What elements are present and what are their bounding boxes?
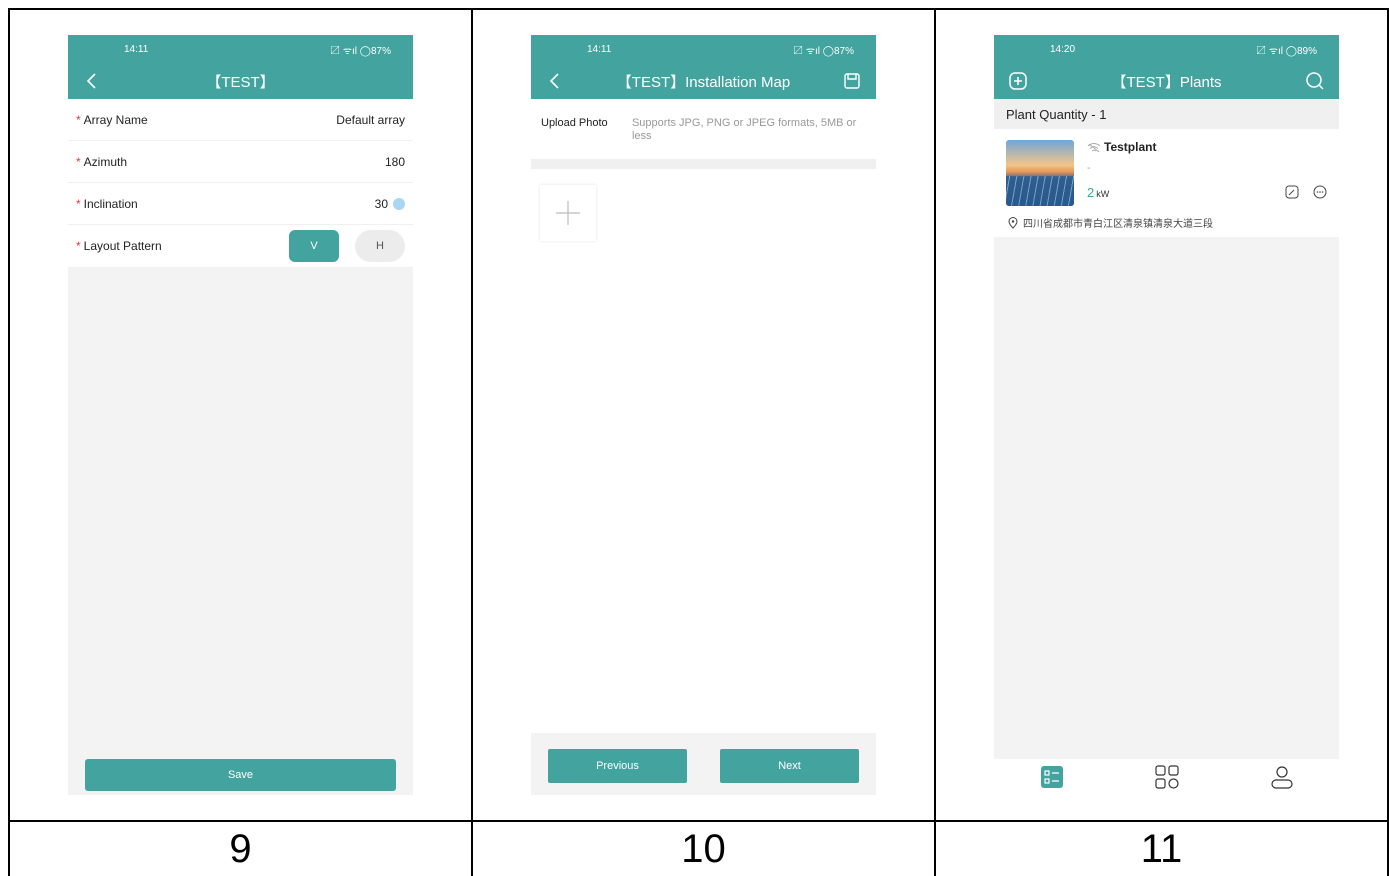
power-unit: kW	[1096, 189, 1110, 199]
list-tab-icon[interactable]	[1040, 765, 1064, 789]
grid-line	[8, 8, 1389, 10]
layout-toggle-group: V H	[289, 230, 405, 262]
status-indicators: 〼 ᯤıl ◯87%	[793, 45, 854, 57]
plus-icon	[556, 201, 580, 225]
save-map-button[interactable]	[840, 69, 864, 93]
layout-h-button[interactable]: H	[355, 230, 405, 262]
upload-photo-label: Upload Photo	[541, 117, 608, 129]
cell-label-11: 11	[1140, 826, 1183, 871]
grid-line	[8, 8, 10, 876]
plant-status-placeholder: -	[1087, 162, 1091, 174]
back-button[interactable]	[80, 69, 104, 93]
required-mark: *	[76, 112, 81, 127]
cell-label-10: 10	[681, 826, 726, 871]
form-row-azimuth[interactable]: * Azimuth 180	[68, 141, 413, 183]
location-pin-icon	[1008, 216, 1018, 229]
status-time: 14:20	[1050, 43, 1076, 55]
status-indicators: 〼 ᯤıl ◯87%	[330, 45, 391, 57]
photo-area	[531, 169, 876, 733]
plant-name: Testplant	[1104, 140, 1157, 154]
next-button[interactable]: Next	[720, 749, 859, 783]
address-text: 四川省成都市青白江区清泉镇清泉大道三段	[1023, 219, 1213, 230]
upload-photo-row: Upload Photo Supports JPG, PNG or JPEG f…	[531, 99, 876, 159]
form-row-inclination[interactable]: * Inclination 30	[68, 183, 413, 225]
array-form-screen: 14:11 〼 ᯤıl ◯87% 【TEST】 * Array Name Defa…	[68, 35, 413, 795]
inclination-value-wrap: 30	[375, 197, 405, 211]
save-button[interactable]: Save	[85, 759, 396, 791]
previous-button[interactable]: Previous	[548, 749, 687, 783]
status-indicators: 〼 ᯤıl ◯89%	[1256, 45, 1317, 57]
add-circle-icon	[1009, 72, 1027, 90]
power-value: 2	[1087, 185, 1095, 200]
add-photo-button[interactable]	[540, 185, 596, 241]
chevron-left-icon	[86, 73, 96, 89]
plant-thumbnail	[1006, 140, 1074, 206]
form-row-layout-pattern: * Layout Pattern V H	[68, 225, 413, 268]
status-bar: 14:20 〼 ᯤıl ◯89%	[994, 35, 1339, 63]
plant-name-row: Testplant	[1087, 140, 1156, 154]
cell-label-9: 9	[229, 826, 252, 871]
plant-power: 2 kW	[1087, 185, 1109, 200]
field-label: * Azimuth	[76, 154, 128, 169]
nav-bar: 【TEST】Installation Map	[531, 63, 876, 99]
card-actions	[1285, 185, 1327, 199]
field-label: * Inclination	[76, 196, 138, 211]
no-signal-icon	[1087, 142, 1101, 153]
layout-v-button[interactable]: V	[289, 230, 339, 262]
edit-icon[interactable]	[1285, 185, 1299, 199]
plants-screen: 14:20 〼 ᯤıl ◯89% 【TEST】Plants Plant Quan…	[994, 35, 1339, 795]
form-row-array-name[interactable]: * Array Name Default array	[68, 99, 413, 141]
field-label: * Layout Pattern	[76, 239, 162, 253]
required-mark: *	[76, 196, 81, 211]
page-title: 【TEST】	[206, 73, 275, 91]
more-icon[interactable]	[1313, 185, 1327, 199]
grid-line	[471, 8, 473, 876]
back-button[interactable]	[543, 69, 567, 93]
info-icon[interactable]	[393, 198, 405, 211]
nav-bar: 【TEST】Plants	[994, 63, 1339, 99]
bottom-tab-bar	[994, 759, 1339, 795]
grid-tab-icon[interactable]	[1154, 765, 1179, 789]
divider	[531, 159, 876, 169]
status-time: 14:11	[587, 43, 612, 55]
field-label: * Array Name	[76, 112, 148, 127]
upload-hint: Supports JPG, PNG or JPEG formats, 5MB o…	[631, 117, 857, 142]
wizard-buttons: Previous Next	[548, 749, 859, 783]
plant-quantity: Plant Quantity - 1	[994, 99, 1339, 129]
required-mark: *	[76, 239, 81, 253]
status-bar: 14:11 〼 ᯤıl ◯87%	[531, 35, 876, 63]
inclination-value[interactable]: 30	[375, 197, 388, 211]
array-name-value[interactable]: Default array	[336, 113, 405, 127]
chevron-left-icon	[549, 73, 559, 89]
plant-card[interactable]: Testplant - 2 kW 四川省成都市青白江区清泉镇清泉大道三段	[994, 129, 1339, 237]
search-button[interactable]	[1303, 69, 1327, 93]
azimuth-value[interactable]: 180	[385, 155, 405, 169]
installation-map-screen: 14:11 〼 ᯤıl ◯87% 【TEST】Installation Map …	[531, 35, 876, 795]
search-icon	[1306, 72, 1324, 90]
required-mark: *	[76, 154, 81, 169]
add-plant-button[interactable]	[1006, 69, 1030, 93]
plant-address: 四川省成都市青白江区清泉镇清泉大道三段	[1008, 215, 1213, 230]
status-time: 14:11	[124, 43, 149, 55]
page-title: 【TEST】Installation Map	[616, 73, 791, 91]
grid-line	[934, 8, 936, 876]
status-bar: 14:11 〼 ᯤıl ◯87%	[68, 35, 413, 63]
page-title: 【TEST】Plants	[1111, 73, 1222, 91]
save-icon	[844, 73, 860, 89]
user-tab-icon[interactable]	[1270, 765, 1294, 789]
nav-bar: 【TEST】	[68, 63, 413, 99]
